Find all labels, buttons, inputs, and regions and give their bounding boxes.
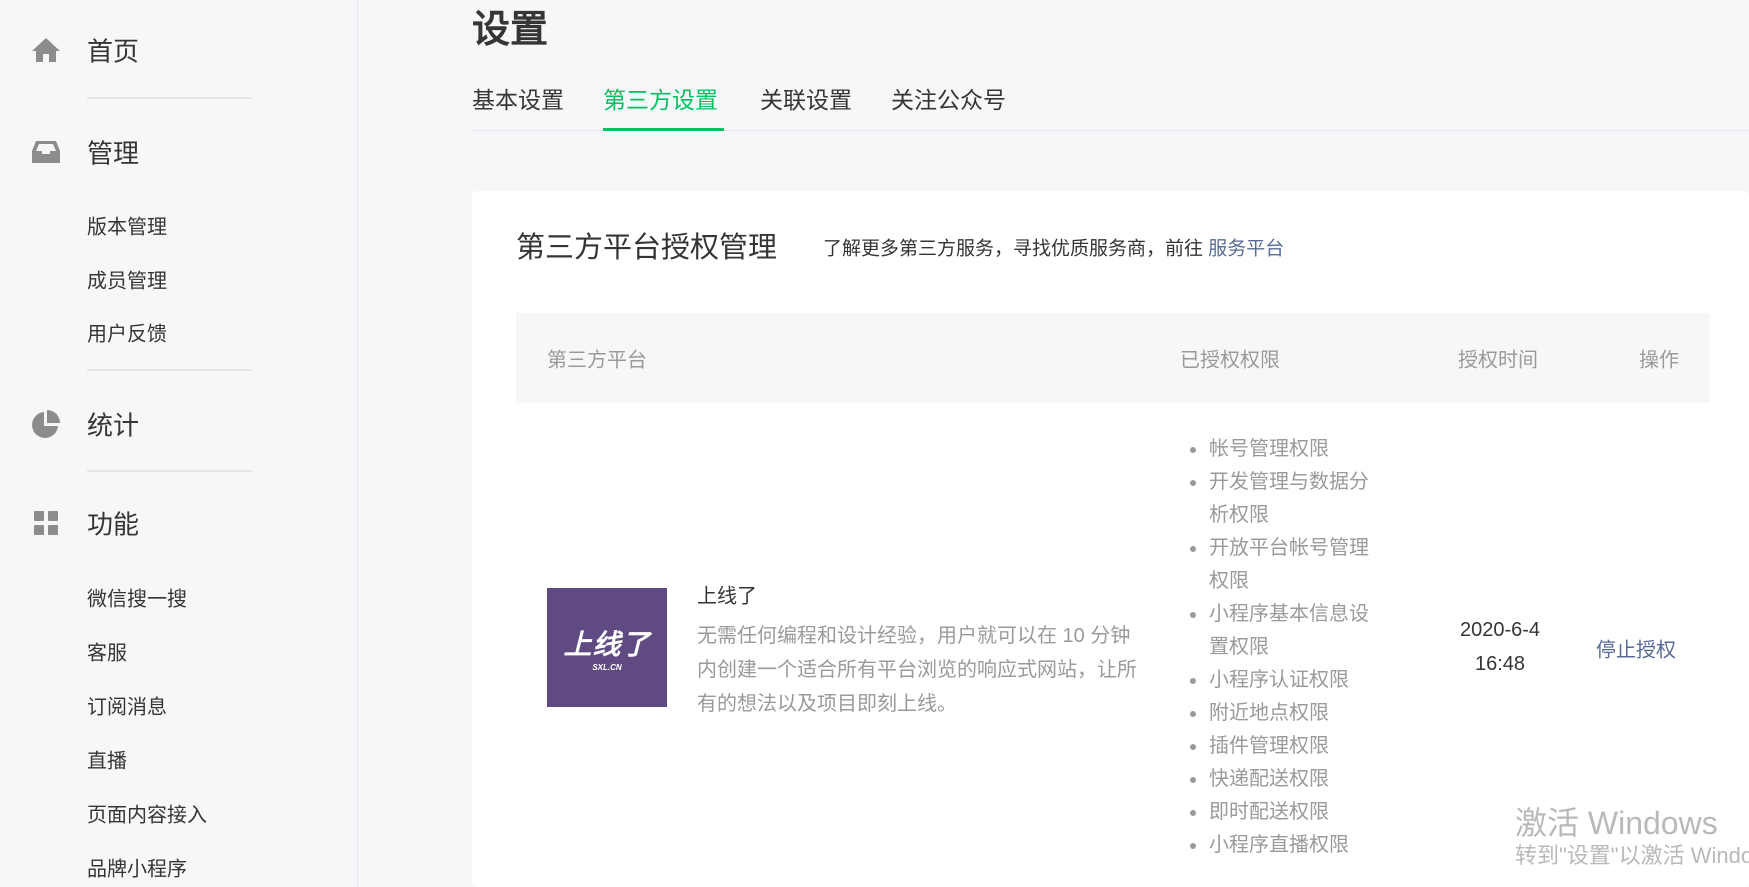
sidebar-item-subscriptions[interactable]: 订阅消息: [87, 691, 167, 720]
activation-watermark-subtitle: 转到"设置"以激活 Windows。: [1515, 843, 1749, 868]
permission-item: 插件管理权限: [1187, 730, 1387, 763]
permission-item: 开放平台帐号管理权限: [1187, 532, 1387, 598]
platform-name: 上线了: [697, 585, 757, 608]
logo-text: 上线了: [563, 629, 651, 660]
tab-basic-settings[interactable]: 基本设置: [472, 81, 564, 115]
card-title: 第三方平台授权管理: [516, 232, 778, 264]
sidebar-item-live[interactable]: 直播: [87, 745, 127, 774]
sidebar-item-brand-miniprogram[interactable]: 品牌小程序: [87, 853, 187, 882]
table-header: 第三方平台 已授权权限 授权时间 操作: [516, 313, 1710, 403]
permission-item: 小程序直播权限: [1187, 829, 1387, 862]
permission-item: 即时配送权限: [1187, 796, 1387, 829]
sidebar-item-manage[interactable]: 管理: [87, 134, 139, 171]
auth-time: 2020-6-4 16:48: [1430, 613, 1570, 681]
permission-item: 小程序基本信息设置权限: [1187, 598, 1387, 664]
auth-clock: 16:48: [1474, 653, 1526, 675]
divider: [87, 97, 252, 99]
header-action: 操作: [1639, 349, 1679, 372]
sidebar-item-home[interactable]: 首页: [87, 32, 139, 69]
sidebar: 首页 管理 版本管理 成员管理 用户反馈 统计 功能 微信搜一搜 客服 订阅消息…: [0, 0, 358, 887]
logo-subtext: SXL.CN: [592, 663, 622, 672]
auth-date: 2020-6-4: [1459, 619, 1541, 641]
pie-chart-icon: [32, 410, 60, 438]
service-platform-link[interactable]: 服务平台: [1208, 239, 1284, 260]
permission-item: 小程序认证权限: [1187, 664, 1387, 697]
sidebar-item-feedback[interactable]: 用户反馈: [87, 318, 167, 347]
permission-item: 快递配送权限: [1187, 763, 1387, 796]
sidebar-item-stats[interactable]: 统计: [87, 406, 139, 443]
header-permissions: 已授权权限: [1180, 349, 1280, 372]
tab-follow-official-account[interactable]: 关注公众号: [891, 81, 1006, 115]
permissions-list: 帐号管理权限 开发管理与数据分析权限 开放平台帐号管理权限 小程序基本信息设置权…: [1187, 433, 1387, 862]
permission-item: 开发管理与数据分析权限: [1187, 466, 1387, 532]
home-icon: [32, 38, 60, 62]
platform-description: 无需任何编程和设计经验，用户就可以在 10 分钟内创建一个适合所有平台浏览的响应…: [697, 625, 1137, 715]
header-platform: 第三方平台: [547, 349, 647, 372]
sidebar-item-features[interactable]: 功能: [87, 505, 139, 542]
permission-item: 帐号管理权限: [1187, 433, 1387, 466]
platform-logo: 上线了 SXL.CN: [547, 588, 667, 707]
card-subtitle: 了解更多第三方服务，寻找优质服务商，前往 服务平台: [823, 234, 1284, 261]
sidebar-item-page-content[interactable]: 页面内容接入: [87, 799, 207, 828]
page-title: 设置: [472, 9, 549, 51]
divider: [87, 470, 252, 472]
third-party-card: 第三方平台授权管理 了解更多第三方服务，寻找优质服务商，前往 服务平台 第三方平…: [472, 191, 1749, 887]
active-tab-indicator: [603, 128, 724, 131]
sidebar-item-members[interactable]: 成员管理: [87, 265, 167, 294]
sidebar-item-version[interactable]: 版本管理: [87, 211, 167, 240]
sidebar-item-customer-service[interactable]: 客服: [87, 637, 127, 666]
permission-item: 附近地点权限: [1187, 697, 1387, 730]
inbox-icon: [32, 141, 60, 163]
sidebar-item-wechat-search[interactable]: 微信搜一搜: [87, 583, 187, 612]
tab-third-party-settings[interactable]: 第三方设置: [603, 81, 718, 115]
tab-linked-settings[interactable]: 关联设置: [760, 81, 852, 115]
card-subtitle-text: 了解更多第三方服务，寻找优质服务商，前往: [823, 238, 1204, 260]
grid-icon: [34, 511, 58, 535]
header-auth-time: 授权时间: [1458, 349, 1538, 372]
stop-authorization-link[interactable]: 停止授权: [1596, 634, 1676, 663]
divider: [87, 369, 252, 371]
